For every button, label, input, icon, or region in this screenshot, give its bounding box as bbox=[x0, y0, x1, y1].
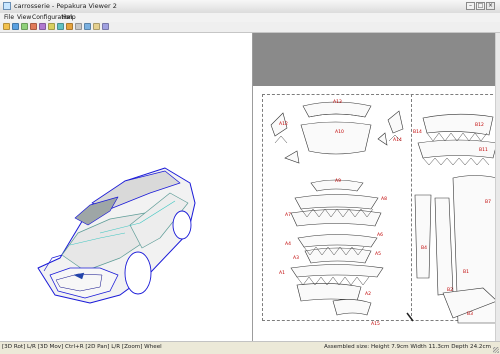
info-icon[interactable] bbox=[102, 23, 109, 30]
menu-view[interactable]: View bbox=[17, 14, 31, 21]
car-3d-model[interactable] bbox=[0, 33, 252, 341]
menu-file[interactable]: File bbox=[4, 14, 14, 21]
print-icon[interactable] bbox=[84, 23, 91, 30]
part-label: A12 bbox=[279, 121, 288, 127]
edge-icon[interactable] bbox=[57, 23, 64, 30]
maximize-button[interactable]: □ bbox=[476, 2, 485, 10]
3d-view-pane[interactable] bbox=[0, 33, 253, 341]
toolbar bbox=[0, 22, 500, 33]
status-bar: [3D Rot] L/R [3D Mov] Ctrl+R [2D Pan] L/… bbox=[0, 341, 500, 354]
title-bar: carrosserie - Pepakura Viewer 2 – □ × bbox=[0, 0, 500, 14]
part-label: A1 bbox=[279, 270, 285, 276]
status-controls: [3D Rot] L/R [3D Mov] Ctrl+R [2D Pan] L/… bbox=[2, 344, 162, 350]
pencil-icon bbox=[406, 312, 414, 322]
3d-view-icon[interactable] bbox=[21, 23, 28, 30]
flat-icon[interactable] bbox=[39, 23, 46, 30]
part-label: B2 bbox=[447, 287, 453, 293]
texture-icon[interactable] bbox=[48, 23, 55, 30]
menu-help[interactable]: Help bbox=[62, 14, 76, 21]
vertical-scrollbar[interactable] bbox=[495, 33, 500, 341]
part-label: B3 bbox=[467, 311, 473, 317]
part-label: A9 bbox=[335, 178, 341, 184]
part-label: A7 bbox=[285, 212, 291, 218]
part-label: A10 bbox=[335, 129, 344, 135]
2d-view-icon[interactable] bbox=[30, 23, 37, 30]
settings-icon[interactable] bbox=[93, 23, 100, 30]
resize-grip[interactable] bbox=[493, 347, 499, 353]
open-icon[interactable] bbox=[3, 23, 10, 30]
part-label: A5 bbox=[375, 251, 381, 257]
part-label: A8 bbox=[381, 196, 387, 202]
minimize-button[interactable]: – bbox=[466, 2, 475, 10]
2d-view-pane[interactable]: A13 A12 A10 A14 A9 A7 A8 A4 A6 A3 A5 A1 … bbox=[253, 33, 500, 341]
part-label: B11 bbox=[479, 147, 488, 153]
part-label: A4 bbox=[285, 241, 291, 247]
part-label: A6 bbox=[377, 232, 383, 238]
part-label: B12 bbox=[475, 122, 484, 128]
part-label: A2 bbox=[365, 291, 371, 297]
window-title: carrosserie - Pepakura Viewer 2 bbox=[14, 2, 117, 10]
close-button[interactable]: × bbox=[486, 2, 495, 10]
part-label: A13 bbox=[333, 99, 342, 105]
part-label: B4 bbox=[421, 245, 427, 251]
part-label: B1 bbox=[463, 269, 469, 275]
menu-bar: File View Configuration Help bbox=[0, 13, 500, 22]
pattern-parts: A13 A12 A10 A14 A9 A7 A8 A4 A6 A3 A5 A1 … bbox=[270, 99, 498, 327]
part-label: A3 bbox=[293, 255, 299, 261]
part-label: A15 bbox=[371, 321, 380, 327]
zoom-in-icon[interactable] bbox=[66, 23, 73, 30]
save-icon[interactable] bbox=[12, 23, 19, 30]
part-label: B7 bbox=[485, 199, 491, 205]
part-label: B14 bbox=[413, 129, 422, 135]
part-label: A14 bbox=[393, 137, 402, 143]
app-icon bbox=[3, 2, 11, 10]
zoom-out-icon[interactable] bbox=[75, 23, 82, 30]
status-assembled-size: Assembled size: Height 7.9cm Width 11.3c… bbox=[324, 344, 491, 350]
